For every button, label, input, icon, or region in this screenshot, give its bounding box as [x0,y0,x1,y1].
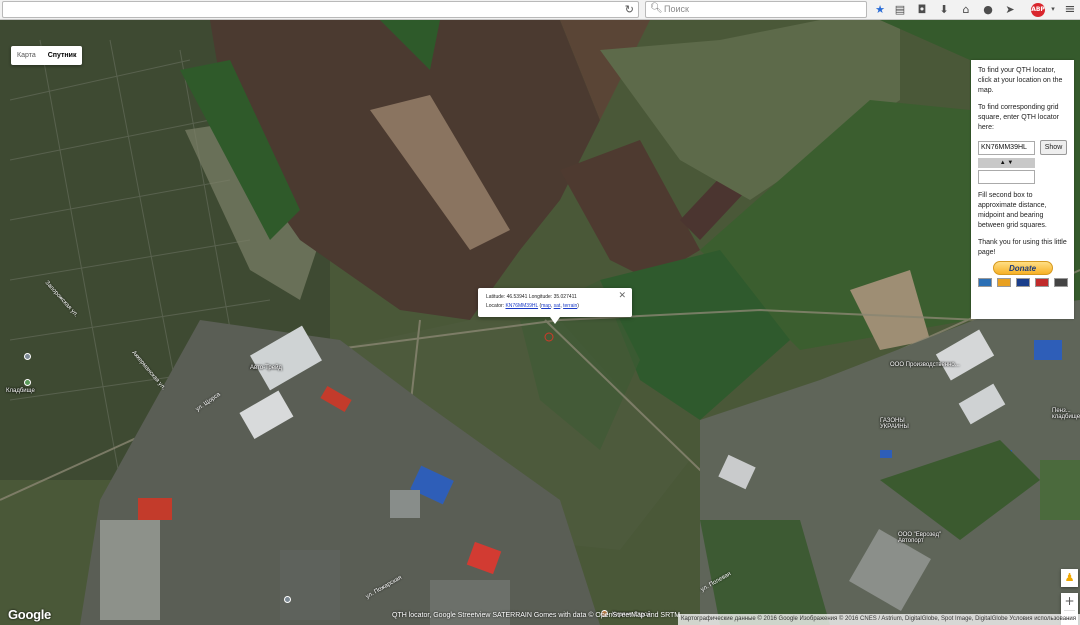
browser-toolbar: ↻ 🔍︎ Поиск ★ ▤ ◘ ⬇ ⌂ ● ➤ ABP ▾ ≡ [0,0,1080,20]
google-logo[interactable]: Google [8,607,51,622]
reload-icon[interactable]: ↻ [625,2,634,17]
latitude-value: 46.53941 [506,294,528,300]
maestro-card-icon [1035,278,1049,287]
home-icon[interactable]: ⌂ [958,1,974,18]
place-label-gazony: ГАЗОНЫ УКРАИНЫ [880,418,909,430]
poi-icon[interactable] [24,353,31,360]
search-icon: 🔍︎ [650,3,663,14]
search-placeholder: Поиск [664,4,689,14]
discover-card-icon [1054,278,1068,287]
download-icon[interactable]: ⬇ [936,1,952,18]
map-type-toggle: Карта Спутник [11,46,83,65]
menu-icon[interactable]: ≡ [1062,1,1078,18]
close-icon[interactable]: ✕ [618,291,626,300]
location-info-window: Latitude: 46.53941 Longitude: 35.027411 … [478,288,632,324]
show-button[interactable]: Show [1040,140,1067,155]
locator-input[interactable] [978,140,1035,155]
place-label-cemetery-right: Пенз... кладбище [1052,408,1080,420]
swap-arrows-button[interactable]: ▲ ▼ [978,158,1035,168]
locator-line: Locator: KN76MM39HL (map, sat, terrain) [486,303,579,309]
coordinates-line: Latitude: 46.53941 Longitude: 35.027411 [486,293,624,302]
longitude-label: Longitude: [528,294,553,300]
send-icon[interactable]: ➤ [1002,1,1018,18]
terrain-link[interactable]: terrain [563,303,577,309]
chat-icon[interactable]: ● [980,1,996,18]
place-label-cemetery-left: Кладбище [6,388,35,394]
info-window-tail [550,317,560,324]
bookmark-star-icon[interactable]: ★ [872,1,888,18]
sat-link[interactable]: sat [554,303,561,309]
intro-text: To find your QTH locator, click at your … [978,67,1063,94]
map-link[interactable]: map [541,303,551,309]
second-locator-input[interactable] [978,170,1035,184]
place-label-evrozed: ООО "Еврозед" Автопорт [898,532,942,544]
place-label-production: ООО Производственно... [890,362,960,368]
url-bar[interactable]: ↻ [2,1,639,18]
thanks-text: Thank you for using this little page! [978,239,1067,256]
amex-card-icon [978,278,992,287]
street-view-pegman-icon[interactable]: ♟ [1061,569,1078,587]
qth-locator-panel: To find your QTH locator, click at your … [971,60,1074,319]
satellite-map[interactable]: Карта Спутник Авто-Трейд ООО Производств… [0,20,1080,625]
latitude-label: Latitude: [486,294,506,300]
locator-label: Locator: [486,303,505,309]
second-box-text: Fill second box to approximate distance,… [978,192,1047,229]
chevron-down-icon[interactable]: ▾ [1045,1,1061,18]
locator-row: Show [978,140,1067,155]
mastercard-icon [997,278,1011,287]
place-label-avto-treid: Авто-Трейд [250,365,282,371]
map-overlay-text: QTH locator, Google Streetview SATERRAIN… [392,612,681,619]
donate-button[interactable]: Donate [992,261,1053,275]
grid-text: To find corresponding grid square, enter… [978,104,1059,131]
payment-cards [978,278,1068,287]
poi-icon[interactable] [24,379,31,386]
map-attribution[interactable]: Картографические данные © 2016 Google Из… [678,614,1080,625]
adblock-icon[interactable]: ABP [1031,3,1045,17]
map-type-map-button[interactable]: Карта [11,46,42,65]
locator-link[interactable]: KN76MM39HL [505,303,538,309]
zoom-in-button[interactable]: + [1061,593,1078,610]
search-bar[interactable]: 🔍︎ Поиск [645,1,867,18]
reading-list-icon[interactable]: ▤ [892,1,908,18]
location-marker-icon [544,332,554,342]
map-type-satellite-button[interactable]: Спутник [42,46,83,65]
longitude-value: 35.027411 [553,294,577,300]
pocket-icon[interactable]: ◘ [914,1,930,18]
visa-card-icon [1016,278,1030,287]
poi-icon[interactable] [284,596,291,603]
